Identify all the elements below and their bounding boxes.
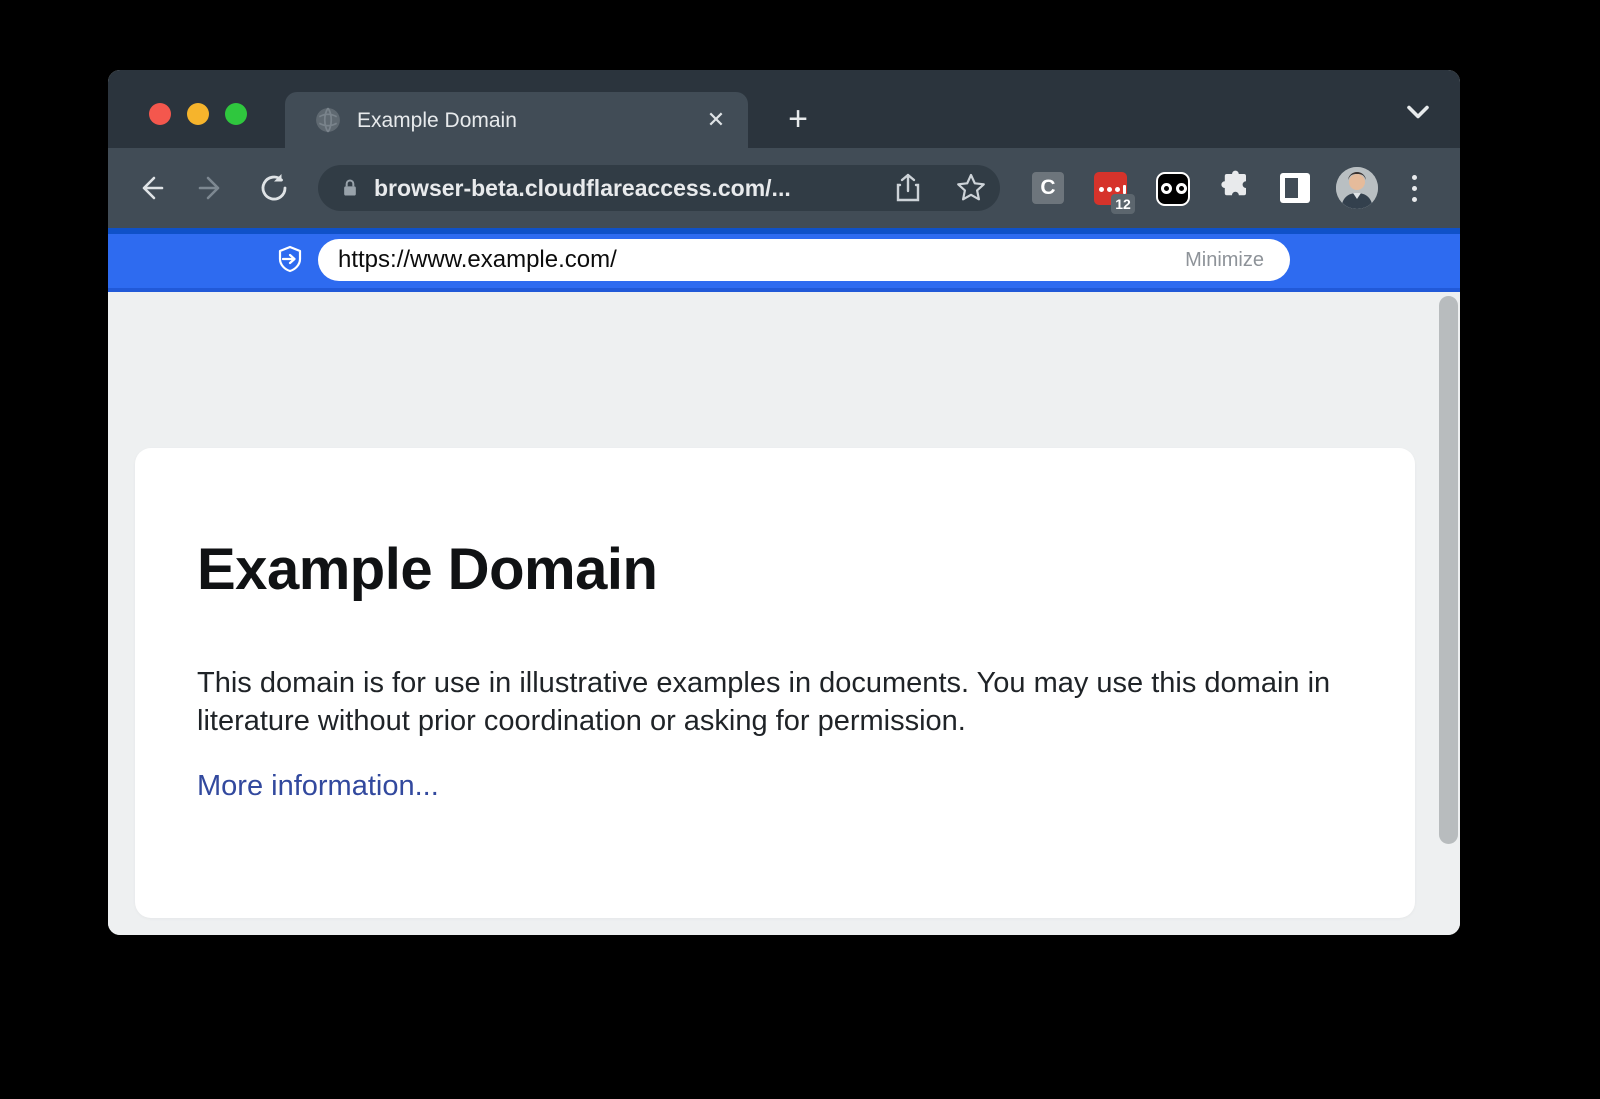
two-circles-extension-icon[interactable] bbox=[1156, 172, 1190, 206]
lock-icon[interactable] bbox=[340, 178, 360, 198]
share-icon[interactable] bbox=[892, 172, 924, 204]
profile-avatar[interactable] bbox=[1336, 167, 1378, 209]
browser-menu-icon[interactable] bbox=[1404, 170, 1424, 206]
close-window-button[interactable] bbox=[149, 103, 171, 125]
extensions-puzzle-icon[interactable] bbox=[1218, 170, 1252, 204]
extension-c-icon[interactable]: C bbox=[1032, 172, 1064, 204]
page-paragraph: This domain is for use in illustrative e… bbox=[197, 664, 1347, 740]
banner-url-value: https://www.example.com/ bbox=[338, 246, 617, 274]
more-information-link[interactable]: More information... bbox=[197, 770, 439, 803]
tab-close-icon[interactable]: ✕ bbox=[704, 108, 728, 132]
avatar-photo bbox=[1336, 167, 1378, 209]
remote-browser-banner: https://www.example.com/ Minimize bbox=[108, 228, 1460, 292]
scrollbar-thumb[interactable] bbox=[1439, 296, 1458, 844]
tab-example-domain[interactable]: Example Domain ✕ bbox=[285, 92, 748, 148]
page-viewport: Example Domain This domain is for use in… bbox=[108, 292, 1460, 935]
tab-title: Example Domain bbox=[357, 109, 517, 133]
browser-window: Example Domain ✕ + browser-beta.cloudfla… bbox=[108, 70, 1460, 935]
example-domain-card: Example Domain This domain is for use in… bbox=[135, 448, 1415, 918]
zoom-window-button[interactable] bbox=[225, 103, 247, 125]
page-title: Example Domain bbox=[197, 536, 657, 603]
address-bar-url: browser-beta.cloudflareaccess.com/... bbox=[374, 175, 791, 202]
back-icon[interactable] bbox=[134, 172, 166, 204]
lastpass-dots-glyph bbox=[1099, 185, 1126, 194]
browser-toolbar: browser-beta.cloudflareaccess.com/... C … bbox=[108, 148, 1460, 228]
shield-arrow-icon bbox=[276, 245, 304, 273]
reload-icon[interactable] bbox=[258, 172, 290, 204]
banner-url-input[interactable]: https://www.example.com/ Minimize bbox=[318, 239, 1290, 281]
tab-search-chevron-down-icon[interactable] bbox=[1400, 94, 1436, 130]
globe-favicon-icon bbox=[315, 107, 341, 133]
forward-icon[interactable] bbox=[196, 172, 228, 204]
lastpass-extension-icon[interactable]: 12 bbox=[1094, 172, 1127, 205]
lastpass-badge: 12 bbox=[1111, 194, 1135, 214]
bookmark-star-icon[interactable] bbox=[955, 172, 987, 204]
side-panel-icon[interactable] bbox=[1280, 173, 1310, 203]
tab-strip: Example Domain ✕ + bbox=[108, 70, 1460, 148]
banner-minimize-button[interactable]: Minimize bbox=[1185, 249, 1264, 272]
minimize-window-button[interactable] bbox=[187, 103, 209, 125]
new-tab-button[interactable]: + bbox=[776, 97, 820, 141]
